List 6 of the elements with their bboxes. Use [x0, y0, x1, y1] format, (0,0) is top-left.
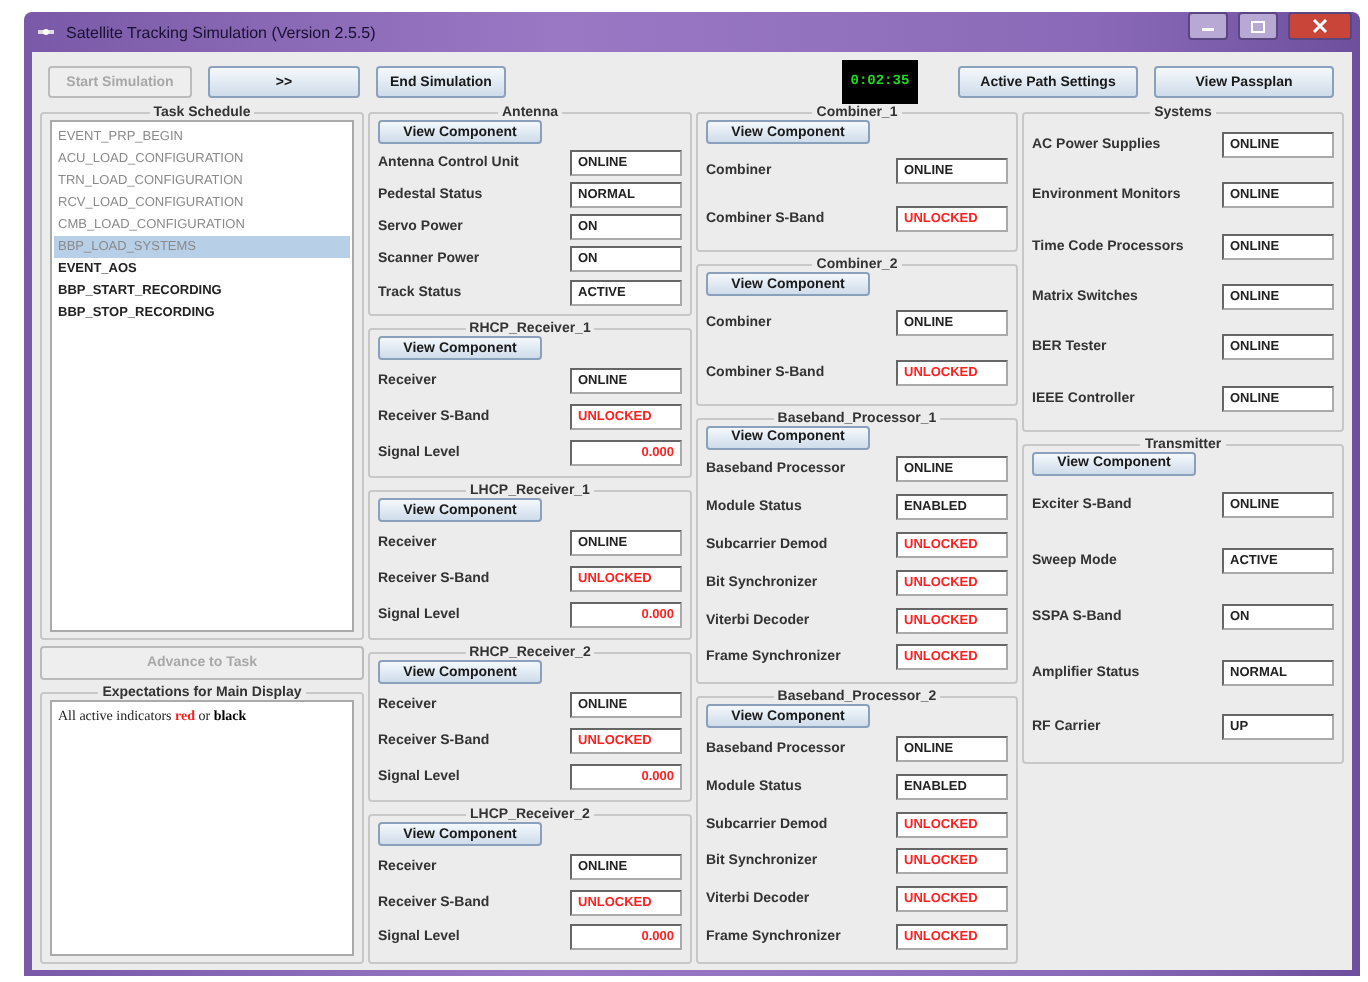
- window-title: Satellite Tracking Simulation (Version 2.5.5): [66, 23, 376, 41]
- maximize-button[interactable]: [1238, 12, 1278, 40]
- close-icon: [1312, 18, 1328, 34]
- maximize-icon: [1250, 19, 1266, 33]
- close-button[interactable]: [1288, 12, 1352, 40]
- minimize-button[interactable]: [1188, 12, 1228, 40]
